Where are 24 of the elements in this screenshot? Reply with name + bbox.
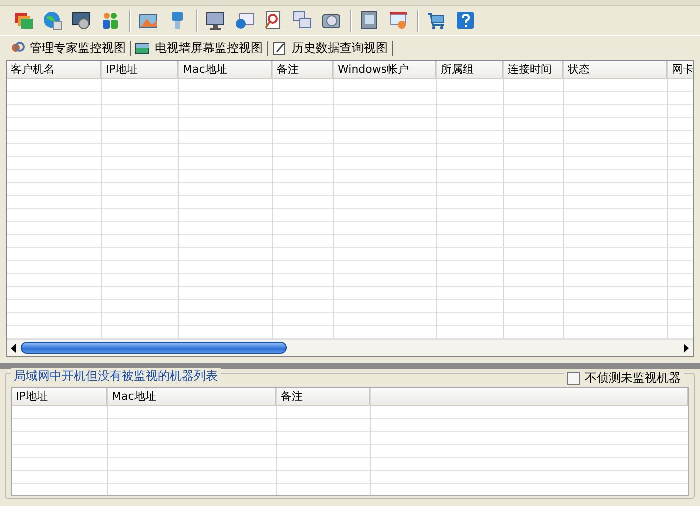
column-header[interactable]: IP地址 (102, 61, 178, 79)
globe-icon[interactable] (41, 9, 65, 33)
column-header[interactable]: 备注 (277, 388, 370, 406)
left-arrow-icon[interactable] (10, 344, 17, 352)
column-header[interactable]: Mac地址 (108, 388, 276, 406)
column-header[interactable]: 所属组 (437, 61, 503, 79)
checkbox[interactable]: 不侦测未监视机器 (564, 370, 684, 387)
view-tab[interactable]: 历史数据查询视图 (270, 40, 393, 56)
view-tab[interactable]: 电视墙屏幕监控视图 (133, 40, 268, 56)
column-header[interactable]: IP地址 (12, 388, 107, 406)
scrollbar-thumb[interactable] (21, 342, 287, 354)
group-title: 局域网中开机但没有被监视的机器列表 (11, 368, 221, 385)
column-header[interactable]: 连接时间 (504, 61, 563, 79)
notepad-icon (272, 40, 287, 56)
horizontal-scrollbar[interactable] (7, 339, 693, 356)
column-header[interactable]: 客户机名 (7, 61, 101, 79)
view-tab[interactable]: 管理专家监控视图 (8, 40, 131, 56)
right-arrow-icon[interactable] (683, 344, 690, 352)
landscape-icon (135, 40, 150, 56)
column-header[interactable]: Windows帐户 (334, 61, 436, 79)
column-header[interactable]: 备注 (273, 61, 333, 79)
column-header[interactable]: 状态 (564, 61, 667, 79)
splitter[interactable] (0, 363, 700, 369)
column-header[interactable]: Mac地址 (179, 61, 272, 79)
